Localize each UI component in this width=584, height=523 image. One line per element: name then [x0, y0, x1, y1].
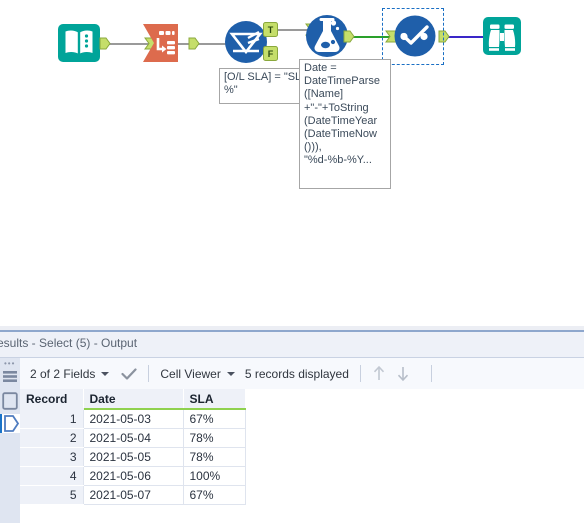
results-table[interactable]: Record Date SLA 1 2021-05-03 67% 2 2021-… [20, 389, 246, 505]
table-row[interactable]: 1 2021-05-03 67% [20, 409, 246, 429]
scroll-up-button[interactable] [372, 365, 386, 382]
select-tool[interactable] [137, 20, 187, 66]
svg-text:T: T [268, 25, 274, 35]
output-port-formula[interactable] [343, 30, 355, 43]
rail-item-data[interactable] [0, 414, 20, 433]
svg-text:F: F [268, 49, 274, 59]
table-header-row: Record Date SLA [20, 389, 246, 410]
cell-date[interactable]: 2021-05-03 [83, 409, 184, 429]
results-left-rail[interactable]: ••• [0, 358, 21, 523]
output-port-input-data[interactable] [99, 37, 111, 50]
chevron-down-icon[interactable] [101, 371, 110, 376]
filter-false-output-port[interactable]: F [263, 46, 278, 61]
list-icon [3, 371, 17, 382]
cell-sla[interactable]: 100% [183, 466, 246, 486]
cell-record[interactable]: 3 [20, 447, 84, 467]
browse-tool[interactable] [480, 14, 524, 58]
formula-annotation[interactable]: Date = DateTimeParse ([Name] +"-"+ToStri… [299, 59, 391, 189]
alteryx-designer-window: T F [O/L SLA] = "SL %" Date = DateTimePa… [0, 0, 584, 523]
cell-date[interactable]: 2021-05-04 [83, 428, 184, 448]
cell-viewer-selector[interactable]: Cell Viewer [160, 366, 235, 381]
toolbar-separator-2 [359, 365, 361, 382]
column-header-date[interactable]: Date [83, 389, 184, 410]
checkmark-icon [121, 367, 137, 380]
cell-date[interactable]: 2021-05-05 [83, 447, 184, 467]
arrow-down-icon [397, 367, 408, 382]
cell-record[interactable]: 1 [20, 409, 84, 429]
table-row[interactable]: 4 2021-05-06 100% [20, 466, 246, 486]
arrow-up-icon [373, 365, 384, 380]
rail-grip[interactable]: ••• [4, 360, 15, 368]
column-header-record[interactable]: Record [20, 389, 84, 410]
cell-viewer-label: Cell Viewer [160, 366, 221, 381]
toolbar-separator-3 [430, 365, 432, 382]
toolbar-separator-1 [148, 365, 150, 382]
cell-sla[interactable]: 78% [183, 447, 246, 467]
filter-true-output-port[interactable]: T [263, 22, 278, 37]
chevron-down-icon[interactable] [226, 371, 235, 376]
book-icon [58, 24, 100, 62]
cell-date[interactable]: 2021-05-07 [83, 485, 184, 505]
apply-fields-button[interactable] [121, 367, 137, 381]
results-panel: esults - Select (5) - Output ••• 2 of 2 … [0, 326, 584, 523]
scroll-down-button[interactable] [396, 365, 410, 382]
cell-date[interactable]: 2021-05-06 [83, 466, 184, 486]
rail-item-table[interactable] [2, 392, 18, 410]
table-icon [2, 392, 18, 410]
cell-record[interactable]: 4 [20, 466, 84, 486]
results-titlebar[interactable]: esults - Select (5) - Output [0, 332, 584, 358]
results-title: esults - Select (5) - Output [0, 336, 138, 350]
rail-item-messages[interactable] [2, 369, 18, 385]
input-data-tool[interactable] [56, 20, 102, 66]
hexagon-icon [4, 415, 20, 432]
cell-record[interactable]: 2 [20, 428, 84, 448]
table-row[interactable]: 3 2021-05-05 78% [20, 447, 246, 467]
table-row[interactable]: 5 2021-05-07 67% [20, 485, 246, 505]
fields-selector[interactable]: 2 of 2 Fields [30, 366, 110, 381]
binoculars-icon [483, 17, 521, 55]
workflow-canvas[interactable]: T F [O/L SLA] = "SL %" Date = DateTimePa… [0, 0, 584, 326]
output-port-select-1[interactable] [188, 37, 200, 50]
cell-record[interactable]: 5 [20, 485, 84, 505]
selection-marquee [382, 8, 444, 65]
records-displayed-label: 5 records displayed [244, 366, 349, 381]
fields-label: 2 of 2 Fields [30, 366, 96, 381]
results-toolbar[interactable]: 2 of 2 Fields Cell Viewer 5 records disp… [20, 358, 584, 390]
column-header-sla[interactable]: SLA [183, 389, 246, 410]
select-icon [143, 24, 178, 62]
cell-sla[interactable]: 78% [183, 428, 246, 448]
cell-sla[interactable]: 67% [183, 409, 246, 429]
table-row[interactable]: 2 2021-05-04 78% [20, 428, 246, 448]
cell-sla[interactable]: 67% [183, 485, 246, 505]
results-grid[interactable]: Record Date SLA 1 2021-05-03 67% 2 2021-… [20, 389, 584, 523]
